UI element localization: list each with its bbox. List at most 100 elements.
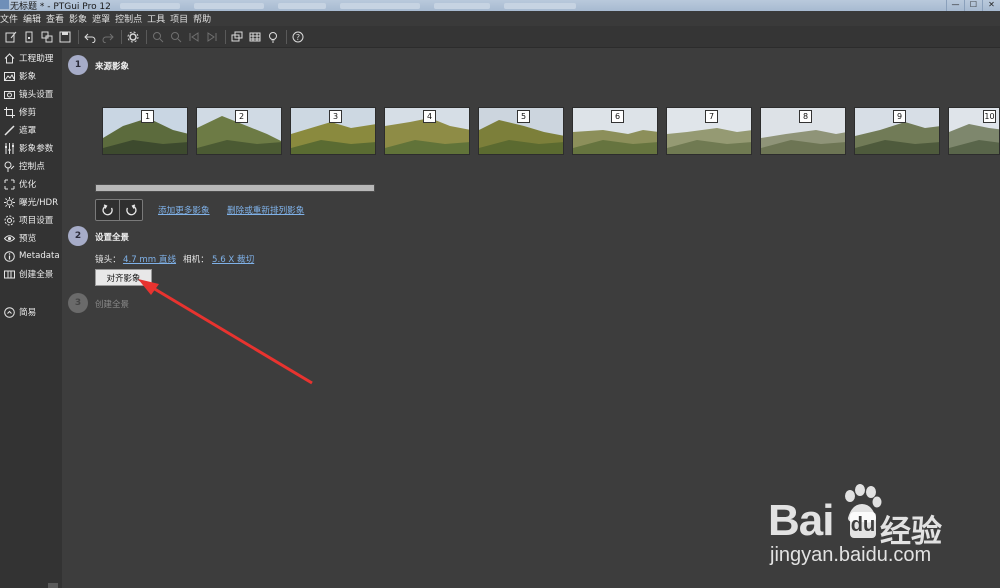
- close-button[interactable]: ✕: [982, 0, 1000, 11]
- menu-images[interactable]: 影象: [69, 12, 92, 25]
- minimize-button[interactable]: —: [946, 0, 964, 11]
- sidebar-item-label: Metadata: [19, 251, 60, 261]
- sidebar-item-preview[interactable]: 预览: [3, 230, 36, 246]
- menu-control-points[interactable]: 控制点: [115, 12, 147, 25]
- image-number-label: 5: [517, 110, 530, 123]
- sidebar-item-image-params[interactable]: 影象参数: [3, 140, 53, 156]
- sun-icon: [3, 196, 15, 208]
- next-icon[interactable]: [205, 30, 219, 44]
- sidebar-scrollbar[interactable]: [48, 583, 58, 588]
- image-number-label: 9: [893, 110, 906, 123]
- panorama-editor-icon[interactable]: [230, 30, 244, 44]
- menu-file[interactable]: 文件: [0, 12, 23, 25]
- image-number-label: 10: [983, 110, 996, 123]
- image-number-label: 6: [611, 110, 624, 123]
- maximize-button[interactable]: ☐: [964, 0, 982, 11]
- save-icon[interactable]: [58, 30, 72, 44]
- help-icon[interactable]: ?: [291, 30, 305, 44]
- baidu-watermark: Bai du 经验 jingyan.baidu.com: [768, 482, 988, 572]
- step-1-badge: 1: [68, 55, 88, 75]
- image-thumbnail[interactable]: 10: [948, 107, 1000, 155]
- eye-icon: [3, 232, 15, 244]
- image-thumbnail[interactable]: 8: [760, 107, 846, 155]
- image-thumbnail[interactable]: 1: [102, 107, 188, 155]
- progress-fill: [96, 185, 374, 191]
- image-thumbnail[interactable]: 5: [478, 107, 564, 155]
- remove-reorder-images-link[interactable]: 删除或重新排列影象: [227, 204, 304, 216]
- image-thumbnail[interactable]: 3: [290, 107, 376, 155]
- rotate-left-icon: [101, 204, 113, 216]
- image-number-label: 4: [423, 110, 436, 123]
- image-thumbnail[interactable]: 2: [196, 107, 282, 155]
- zoom-in-icon[interactable]: [151, 30, 165, 44]
- info-icon: [3, 250, 15, 262]
- menu-help[interactable]: 帮助: [193, 12, 216, 25]
- sidebar-item-label: 控制点: [19, 162, 45, 172]
- image-thumbnail[interactable]: 4: [384, 107, 470, 155]
- sidebar-item-metadata[interactable]: Metadata: [3, 248, 60, 264]
- toolbar: ?: [0, 26, 1000, 48]
- redo-icon[interactable]: [101, 30, 115, 44]
- menu-mask[interactable]: 遮罩: [92, 12, 115, 25]
- zoom-out-icon[interactable]: [169, 30, 183, 44]
- toolbar-separator: [286, 29, 287, 44]
- camera-value-link[interactable]: 5.6 X 裁切: [212, 253, 254, 265]
- lens-value-link[interactable]: 4.7 mm 直线: [123, 253, 176, 265]
- menu-tools[interactable]: 工具: [147, 12, 170, 25]
- step-2-title: 设置全景: [95, 233, 130, 243]
- image-thumbnail[interactable]: 7: [666, 107, 752, 155]
- window-controls: — ☐ ✕: [946, 0, 1000, 11]
- menu-project[interactable]: 项目: [170, 12, 193, 25]
- sidebar-item-label: 工程助理: [19, 54, 54, 64]
- lightbulb-icon[interactable]: [266, 30, 280, 44]
- sidebar-item-label: 修剪: [19, 108, 37, 118]
- sidebar-item-control-points[interactable]: 控制点: [3, 158, 45, 174]
- step-2-badge: 2: [68, 226, 88, 246]
- sidebar-item-label: 镜头设置: [19, 90, 54, 100]
- pin-icon: [3, 160, 15, 172]
- rotate-left-button[interactable]: [96, 200, 119, 220]
- watermark-url: jingyan.baidu.com: [770, 544, 932, 566]
- prev-icon[interactable]: [187, 30, 201, 44]
- rotate-right-button[interactable]: [119, 200, 142, 220]
- brush-icon: [3, 124, 15, 136]
- sidebar-item-project-settings[interactable]: 项目设置: [3, 212, 53, 228]
- sidebar-item-label: 遮罩: [19, 126, 37, 136]
- sidebar-item-project-assistant[interactable]: 工程助理: [3, 50, 53, 66]
- crop-icon: [3, 106, 15, 118]
- baidu-du-mark: du: [850, 512, 876, 538]
- image-number-label: 7: [705, 110, 718, 123]
- undo-icon[interactable]: [83, 30, 97, 44]
- lens-label: 镜头：: [95, 255, 121, 265]
- blurred-tabs: [120, 2, 820, 9]
- new-project-icon[interactable]: [4, 30, 18, 44]
- add-more-images-link[interactable]: 添加更多影象: [158, 204, 210, 216]
- sidebar-item-mask[interactable]: 遮罩: [3, 122, 36, 138]
- menu-bar: 文件 编辑 查看 影象 遮罩 控制点 工具 项目 帮助: [0, 11, 1000, 26]
- sidebar-simple-toggle[interactable]: 简易: [3, 304, 36, 320]
- toolbar-separator: [225, 29, 226, 44]
- menu-edit[interactable]: 编辑: [23, 12, 46, 25]
- table-icon[interactable]: [248, 30, 262, 44]
- window-title: 无标题 * - PTGui Pro 12: [10, 2, 111, 11]
- rotate-right-icon: [126, 204, 137, 216]
- sidebar-item-images[interactable]: 影象: [3, 68, 36, 84]
- sidebar-item-lens-settings[interactable]: 镜头设置: [3, 86, 53, 102]
- align-images-button[interactable]: 对齐影象: [95, 269, 152, 286]
- sidebar: 工程助理 影象 镜头设置 修剪 遮罩 影象参数 控制点 优化 曝光/HDR 项目…: [0, 48, 62, 588]
- image-thumbnail[interactable]: 9: [854, 107, 940, 155]
- gear-icon: [3, 214, 15, 226]
- menu-view[interactable]: 查看: [46, 12, 69, 25]
- sidebar-item-exposure-hdr[interactable]: 曝光/HDR: [3, 194, 58, 210]
- open-icon[interactable]: [22, 30, 36, 44]
- image-thumbnail[interactable]: 6: [572, 107, 658, 155]
- sidebar-item-label: 优化: [19, 180, 37, 190]
- copy-icon[interactable]: [40, 30, 54, 44]
- step-3-badge: 3: [68, 293, 88, 313]
- sidebar-item-label: 创建全景: [19, 270, 54, 280]
- sidebar-item-create-panorama[interactable]: 创建全景: [3, 266, 53, 282]
- sidebar-item-crop[interactable]: 修剪: [3, 104, 36, 120]
- settings-icon[interactable]: [126, 30, 140, 44]
- sidebar-item-optimize[interactable]: 优化: [3, 176, 36, 192]
- toolbar-separator: [121, 29, 122, 44]
